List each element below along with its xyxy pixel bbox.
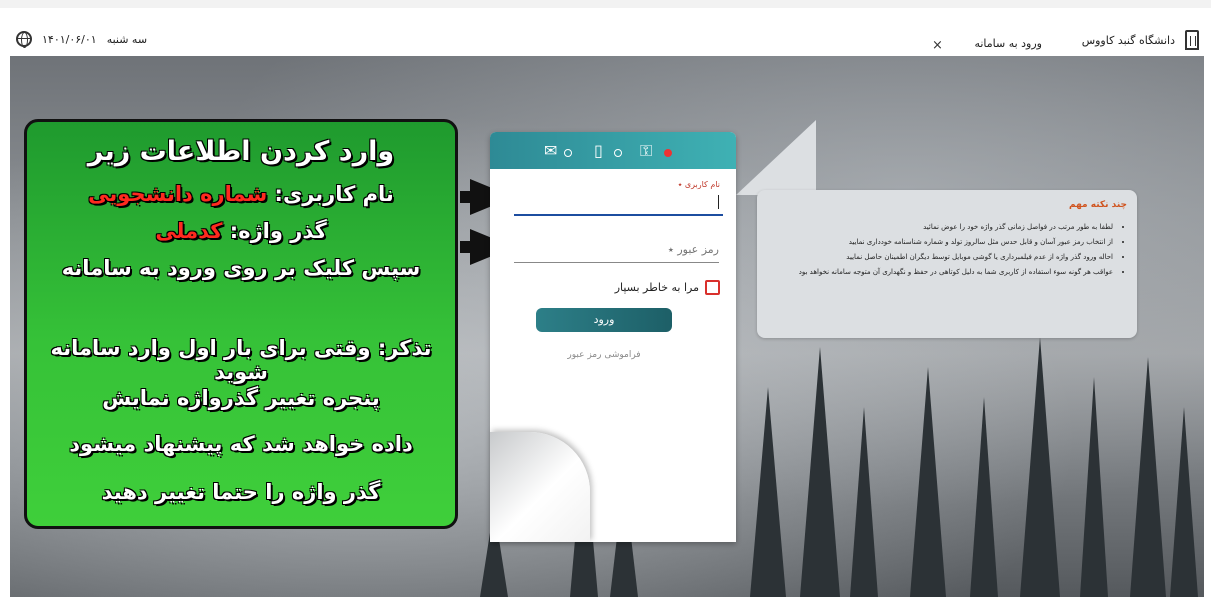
username-field[interactable] — [514, 190, 723, 216]
globe-icon[interactable] — [16, 31, 32, 48]
remember-label: مرا به خاطر بسپار — [614, 281, 699, 294]
annotation-line-5: تذکر: وقتی برای بار اول وارد سامانه شوید — [50, 336, 432, 384]
tree-shape — [1080, 377, 1108, 597]
username-label: نام کاربری ٭ — [677, 180, 720, 189]
mobile-icon[interactable]: ▯ — [594, 141, 603, 160]
key-icon[interactable]: ⚿ — [640, 141, 652, 161]
tab-login-label: ورود به سامانه — [974, 36, 1042, 50]
tree-shape — [1130, 357, 1166, 597]
email-icon[interactable]: ✉ — [544, 141, 557, 160]
top-bar: دانشگاه گنبد کاووس ورود به سامانه × ۱۴۰۱… — [0, 0, 1211, 60]
tips-callout-tail — [736, 120, 816, 195]
annotation-password-prefix: گذر واژه: — [222, 219, 327, 243]
remember-checkbox[interactable] — [705, 280, 720, 295]
annotation-line-4: سپس کلیک بر روی ورود به سامانه — [61, 256, 421, 280]
tip-item: احاله ورود گذر واژه از عدم فیلمبرداری یا… — [753, 250, 1113, 265]
tree-shape — [750, 387, 786, 597]
tip-item: از انتخاب رمز عبور آسان و قابل حدس مثل س… — [753, 235, 1113, 250]
annotation-password-value: کدملی — [155, 219, 223, 243]
tree-shape — [1170, 407, 1198, 597]
annotation-line-3: گذر واژه: کدملی — [27, 219, 455, 243]
annotation-line-2: نام کاربری: شماره دانشجویی — [27, 182, 455, 206]
annotation-line-1: وارد کردن اطلاعات زیر — [87, 136, 395, 167]
tip-item: عواقب هر گونه سوء استفاده از کاربری شما … — [753, 265, 1113, 280]
login-method-tabs: ✉ ▯ ⚿ — [490, 132, 736, 169]
tab-close-icon[interactable]: × — [932, 38, 943, 53]
date-value: ۱۴۰۱/۰۶/۰۱ — [42, 32, 97, 46]
email-method-dot[interactable] — [564, 149, 572, 157]
text-caret — [718, 195, 719, 209]
tree-shape — [800, 347, 840, 597]
mobile-method-dot[interactable] — [614, 149, 622, 157]
page-curl-decoration — [490, 432, 590, 542]
university-name: دانشگاه گنبد کاووس — [1081, 33, 1175, 47]
annotation-username-prefix: نام کاربری: — [267, 182, 394, 206]
password-method-dot[interactable] — [664, 149, 672, 157]
date-block: ۱۴۰۱/۰۶/۰۱ سه شنبه — [16, 31, 148, 48]
tree-shape — [1020, 337, 1060, 597]
university-brand[interactable]: دانشگاه گنبد کاووس — [1082, 30, 1199, 50]
tips-list: لطفا به طور مرتب در فواصل زمانی گذر واژه… — [753, 220, 1129, 280]
forgot-password-link[interactable]: فراموشی رمز عبور — [490, 350, 718, 360]
tip-item: لطفا به طور مرتب در فواصل زمانی گذر واژه… — [753, 220, 1113, 235]
instruction-annotation: وارد کردن اطلاعات زیر نام کاربری: شماره … — [24, 119, 458, 529]
tree-shape — [850, 407, 878, 597]
annotation-username-value: شماره دانشجویی — [88, 182, 268, 206]
login-card: ✉ ▯ ⚿ نام کاربری ٭ مرا به خاطر بسپار ورو… — [490, 132, 736, 542]
tips-panel: چند نکته مهم لطفا به طور مرتب در فواصل ز… — [757, 190, 1137, 338]
remember-me[interactable]: مرا به خاطر بسپار — [615, 280, 720, 295]
annotation-line-8: گذر واژه را حتما تغییر دهید — [101, 480, 381, 504]
password-field[interactable] — [514, 236, 719, 263]
tips-title: چند نکته مهم — [1069, 200, 1127, 210]
annotation-line-6: پنجره تغییر گذرواژه نمایش — [102, 386, 380, 410]
tree-shape — [970, 397, 998, 597]
weekday-value: سه شنبه — [106, 32, 148, 46]
annotation-line-7: داده خواهد شد که پیشنهاد میشود — [69, 432, 413, 456]
tree-shape — [910, 367, 946, 597]
university-logo-icon — [1185, 30, 1199, 50]
login-button[interactable]: ورود — [536, 308, 672, 332]
